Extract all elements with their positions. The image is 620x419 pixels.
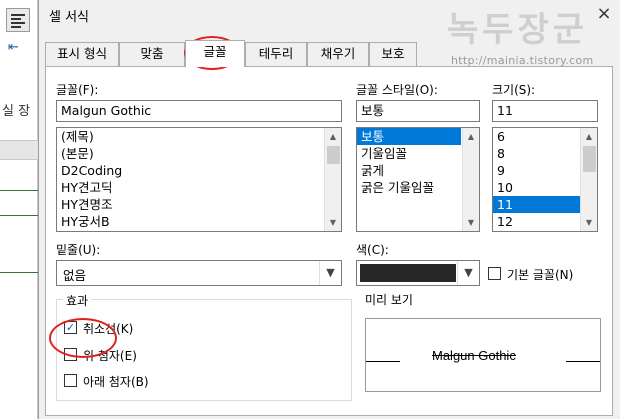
scroll-down-icon[interactable]: ▼ — [463, 214, 479, 231]
default-font-label: 기본 글꼴(N) — [507, 268, 574, 282]
watermark-title: 녹두장군 — [447, 10, 589, 50]
tab-fill[interactable]: 채우기 — [307, 42, 369, 66]
list-item[interactable]: (본문) — [57, 145, 341, 162]
list-item[interactable]: HY견명조 — [57, 196, 341, 213]
preview-baseline-left — [366, 361, 400, 362]
preview-baseline-right — [566, 361, 600, 362]
font-style-listbox[interactable]: 보통 기울임꼴 굵게 굵은 기울임꼴 ▲ ▼ — [356, 127, 480, 232]
tab-number[interactable]: 표시 형식 — [45, 42, 119, 66]
scroll-up-icon[interactable]: ▲ — [581, 128, 597, 145]
grid-line — [0, 190, 38, 191]
font-style-label: 글꼴 스타일(O): — [356, 83, 438, 97]
color-select[interactable]: ▼ — [356, 260, 480, 286]
tab-protection[interactable]: 보호 — [369, 42, 417, 66]
font-name-input[interactable]: Malgun Gothic — [56, 100, 342, 122]
format-cells-dialog: 셀 서식 × 녹두장군 http://mainia.tistory.com 표시… — [38, 0, 620, 419]
tab-border[interactable]: 테두리 — [245, 42, 307, 66]
excel-background: ⇤ 실 장 — [0, 0, 38, 419]
list-item[interactable]: D2Coding — [57, 162, 341, 179]
decrease-indent-icon[interactable]: ⇤ — [8, 40, 19, 55]
effects-title: 효과 — [63, 292, 92, 309]
annotation-circle-strikethrough — [49, 318, 117, 358]
list-item[interactable]: HY견고딕 — [57, 179, 341, 196]
subscript-checkbox[interactable] — [64, 374, 77, 387]
scroll-thumb[interactable] — [327, 146, 340, 164]
list-item[interactable]: 11 — [493, 196, 581, 213]
grid-line — [0, 215, 38, 216]
align-left-icon[interactable] — [6, 8, 30, 32]
preview-box: Malgun Gothic — [365, 318, 601, 392]
tab-font[interactable]: 글꼴 — [185, 40, 245, 67]
scroll-down-icon[interactable]: ▼ — [581, 214, 597, 231]
scroll-thumb[interactable] — [583, 146, 596, 172]
list-item[interactable]: 보통 — [357, 128, 461, 145]
list-item[interactable]: 굵은 기울임꼴 — [357, 179, 479, 196]
font-listbox[interactable]: (제목) (본문) D2Coding HY견고딕 HY견명조 HY궁서B ▲ ▼ — [56, 127, 342, 232]
chevron-down-icon[interactable]: ▼ — [457, 261, 479, 285]
chevron-down-icon[interactable]: ▼ — [319, 261, 341, 285]
color-swatch — [360, 264, 456, 282]
font-list-scrollbar[interactable]: ▲ ▼ — [324, 128, 341, 231]
default-font-checkbox[interactable] — [488, 267, 501, 280]
column-header-strip — [0, 140, 38, 160]
size-listbox[interactable]: 6 8 9 10 11 12 ▲ ▼ — [492, 127, 598, 232]
list-item[interactable]: HY궁서B — [57, 213, 341, 230]
grid-line — [0, 272, 38, 273]
underline-label: 밑줄(U): — [56, 243, 101, 257]
scroll-up-icon[interactable]: ▲ — [463, 128, 479, 145]
list-item[interactable]: 굵게 — [357, 162, 479, 179]
underline-select[interactable]: 없음 ▼ — [56, 260, 342, 286]
list-item[interactable]: 기울임꼴 — [357, 145, 479, 162]
scroll-up-icon[interactable]: ▲ — [325, 128, 341, 145]
underline-value: 없음 — [63, 268, 87, 283]
style-list-scrollbar[interactable]: ▲ ▼ — [462, 128, 479, 231]
size-label: 크기(S): — [492, 83, 536, 97]
tab-alignment[interactable]: 맞춤 — [119, 42, 185, 66]
preview-title: 미리 보기 — [362, 291, 416, 308]
font-style-input[interactable]: 보통 — [356, 100, 480, 122]
size-input[interactable]: 11 — [492, 100, 598, 122]
subscript-label: 아래 첨자(B) — [83, 375, 149, 389]
watermark: 녹두장군 http://mainia.tistory.com — [447, 2, 617, 72]
color-label: 색(C): — [356, 243, 389, 257]
preview-text: Malgun Gothic — [432, 348, 516, 363]
size-list-scrollbar[interactable]: ▲ ▼ — [580, 128, 597, 231]
scroll-down-icon[interactable]: ▼ — [325, 214, 341, 231]
font-label: 글꼴(F): — [56, 83, 99, 97]
dialog-title: 셀 서식 — [49, 10, 90, 25]
background-text-fragment: 실 장 — [2, 104, 31, 119]
list-item[interactable]: (제목) — [57, 128, 341, 145]
